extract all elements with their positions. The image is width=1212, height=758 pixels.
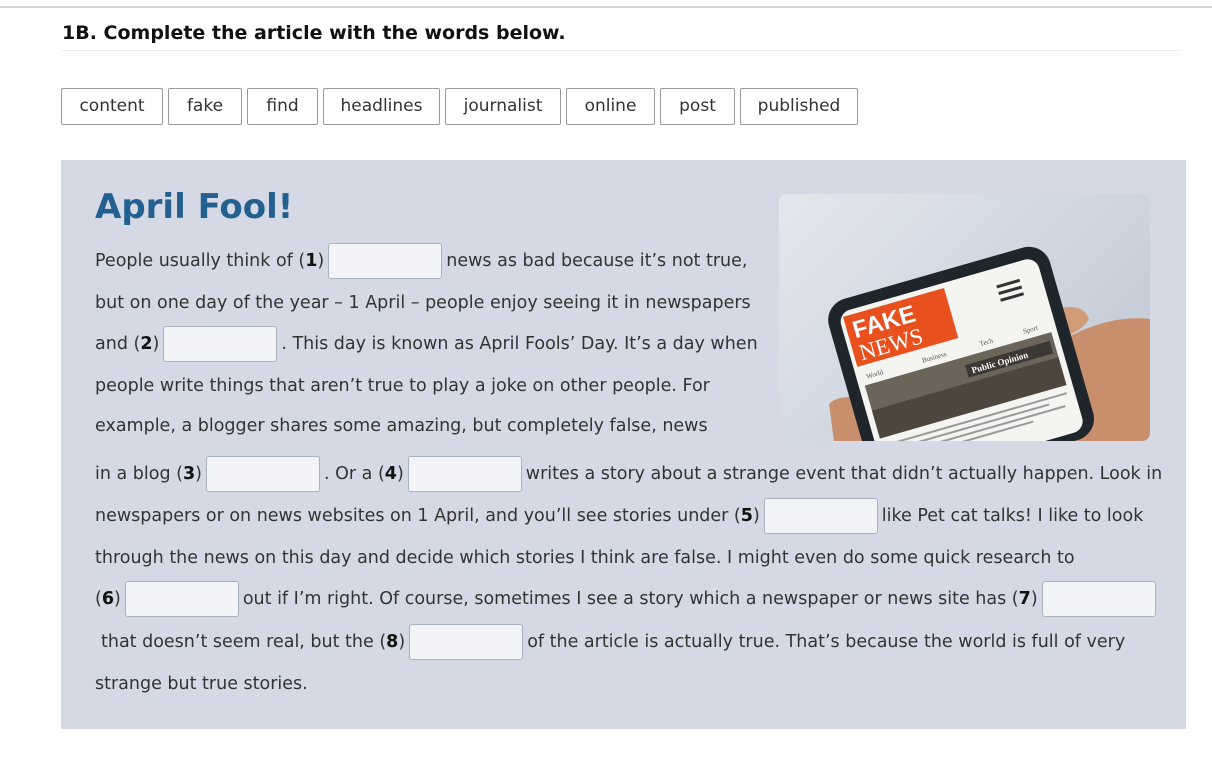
article-line-9: (6) out if I’m right. Of course, sometim…: [95, 580, 1160, 618]
answer-gap-8[interactable]: [409, 624, 524, 660]
article-line-2: but on one day of the year – 1 April – p…: [95, 293, 751, 313]
title-divider: [62, 50, 1180, 51]
answer-gap-2[interactable]: [163, 326, 278, 362]
article-line-7: newspapers or on news websites on 1 Apri…: [95, 497, 1143, 535]
article-line-10: that doesn’t seem real, but the (8) of t…: [101, 623, 1125, 661]
fake-news-phone-image: FAKE NEWS World Business Tech Sport Publ…: [779, 194, 1150, 441]
answer-gap-5[interactable]: [763, 498, 878, 534]
word-chip-published[interactable]: published: [740, 88, 858, 125]
article-line-8: through the news on this day and decide …: [95, 548, 1075, 568]
answer-gap-7[interactable]: [1041, 581, 1156, 617]
article-line-1: People usually think of (1) news as bad …: [95, 242, 747, 280]
word-chip-headlines[interactable]: headlines: [323, 88, 440, 125]
article-line-4: people write things that aren’t true to …: [95, 376, 710, 396]
answer-gap-3[interactable]: [206, 456, 320, 492]
word-chip-find[interactable]: find: [247, 88, 318, 125]
top-divider: [0, 6, 1212, 8]
phone: FAKE NEWS World Business Tech Sport Publ…: [828, 246, 1094, 441]
word-chip-content[interactable]: content: [61, 88, 163, 125]
answer-gap-4[interactable]: [407, 456, 522, 492]
article-line-3: and (2) . This day is known as April Foo…: [95, 325, 758, 363]
word-chip-post[interactable]: post: [660, 88, 735, 125]
answer-gap-1[interactable]: [328, 243, 443, 279]
task-title: 1B. Complete the article with the words …: [62, 22, 566, 44]
answer-gap-6[interactable]: [124, 581, 239, 617]
word-chip-fake[interactable]: fake: [168, 88, 242, 125]
article-line-6: in a blog (3) . Or a (4) writes a story …: [95, 455, 1162, 493]
word-chip-online[interactable]: online: [566, 88, 655, 125]
word-bank: content fake find headlines journalist o…: [61, 88, 858, 125]
phone-illustration: FAKE NEWS World Business Tech Sport Publ…: [828, 246, 1150, 441]
article-line-5: example, a blogger shares some amazing, …: [95, 416, 708, 436]
word-chip-journalist[interactable]: journalist: [445, 88, 561, 125]
article-line-11: strange but true stories.: [95, 674, 308, 694]
article-title: April Fool!: [95, 187, 294, 227]
